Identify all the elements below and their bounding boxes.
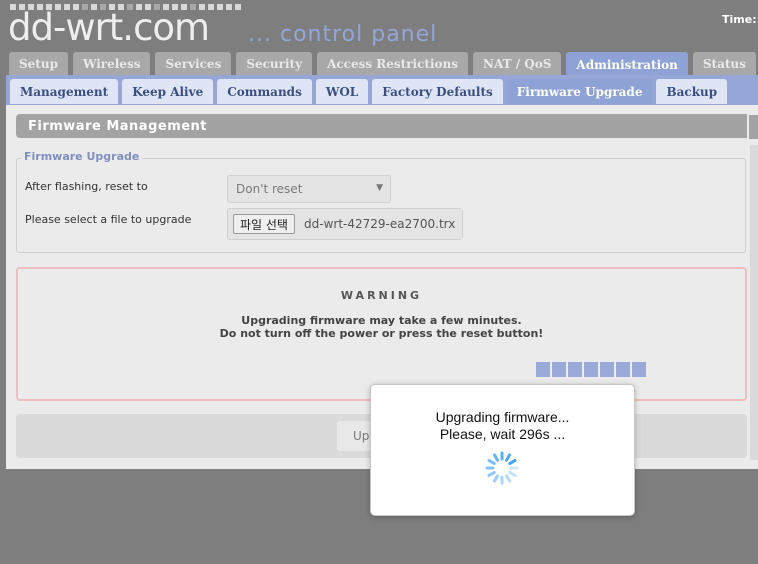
subtab-management[interactable]: Management	[10, 79, 119, 104]
warning-box: WARNING Upgrading firmware may take a fe…	[16, 267, 747, 401]
tab-nat-qos[interactable]: NAT / QoS	[473, 52, 562, 75]
reset-label: After flashing, reset to	[25, 180, 148, 193]
header: dd-wrt.com ... control panel Time: 0	[0, 0, 758, 50]
file-name: dd-wrt-42729-ea2700.trx	[304, 217, 456, 231]
tab-administration[interactable]: Administration	[566, 52, 688, 77]
chevron-down-icon: ▼	[376, 183, 383, 193]
choose-file-button[interactable]: 파일 선택	[233, 214, 295, 234]
warning-line-1: Upgrading firmware may take a few minute…	[241, 314, 522, 327]
warning-line-2: Do not turn off the power or press the r…	[219, 327, 544, 340]
sub-tabs: Management Keep Alive Commands WOL Factory D…	[10, 79, 728, 104]
right-edge-tab	[749, 115, 758, 139]
right-edge-panel	[750, 145, 758, 460]
warning-title: WARNING	[340, 289, 423, 302]
subtab-commands[interactable]: Commands	[217, 79, 312, 104]
file-input[interactable]: 파일 선택 dd-wrt-42729-ea2700.trx	[227, 208, 463, 240]
logo: dd-wrt.com	[8, 6, 210, 49]
main-tabs: Setup Wireless Services Security Access Rest…	[9, 52, 756, 77]
subtab-backup[interactable]: Backup	[656, 79, 728, 104]
dialog-message-1: Upgrading firmware...	[435, 409, 570, 425]
logo-subtitle: ... control panel	[248, 22, 438, 47]
section-title: Firmware Management	[16, 114, 747, 138]
upgrade-progress-dialog: Upgrading firmware... Please, wait 296s …	[370, 384, 635, 516]
subtab-wol[interactable]: WOL	[315, 79, 369, 104]
tab-security[interactable]: Security	[236, 52, 313, 75]
time-label: Time: 0	[722, 13, 758, 26]
subtab-keep-alive[interactable]: Keep Alive	[122, 79, 214, 104]
reset-select-value: Don't reset	[236, 182, 303, 196]
progress-bar	[536, 362, 646, 377]
loading-spinner-icon	[485, 451, 519, 485]
tab-services[interactable]: Services	[155, 52, 232, 75]
tab-wireless[interactable]: Wireless	[72, 52, 151, 75]
tab-setup[interactable]: Setup	[9, 52, 68, 75]
fieldset-legend: Firmware Upgrade	[21, 150, 143, 163]
subtab-firmware-upgrade[interactable]: Firmware Upgrade	[506, 79, 653, 104]
subtab-factory-defaults[interactable]: Factory Defaults	[372, 79, 503, 104]
dialog-message-2: Please, wait 296s ...	[439, 426, 566, 442]
tab-status[interactable]: Status	[692, 52, 756, 75]
subtab-bar: Management Keep Alive Commands WOL Factory D…	[6, 75, 758, 105]
reset-select[interactable]: Don't reset ▼	[227, 175, 391, 203]
tab-access-restrictions[interactable]: Access Restrictions	[317, 52, 468, 75]
file-label: Please select a file to upgrade	[25, 213, 192, 226]
